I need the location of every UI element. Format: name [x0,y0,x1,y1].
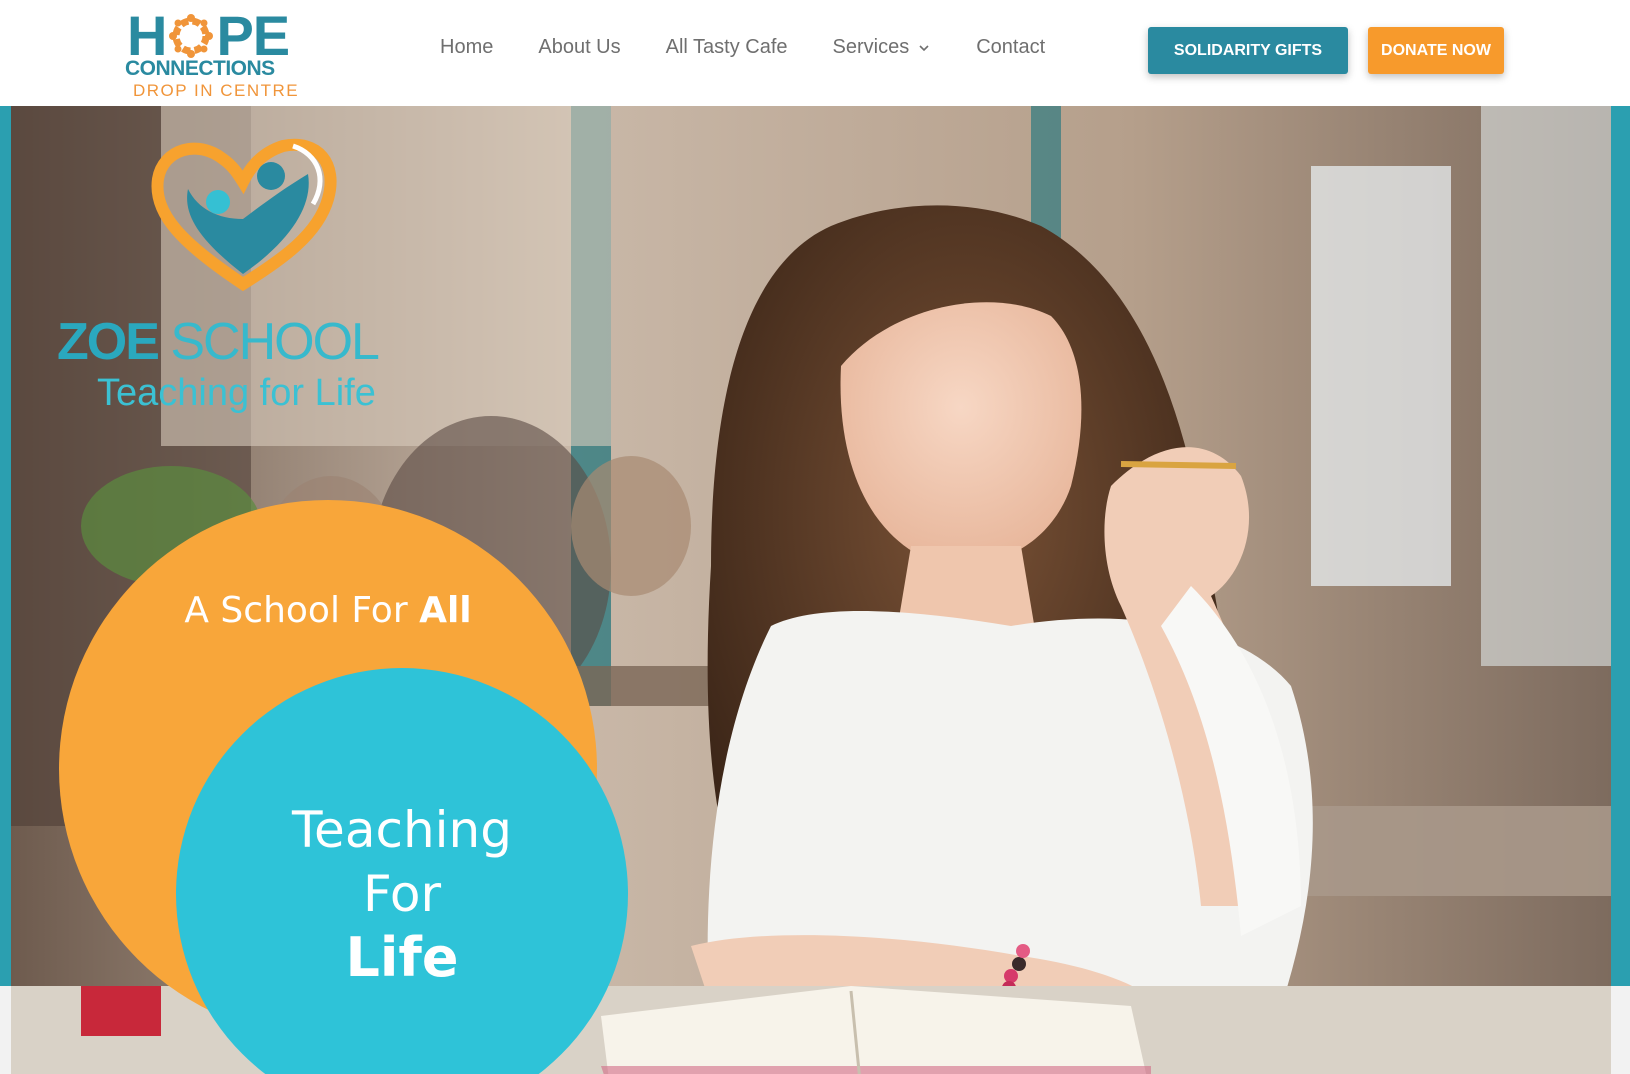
logo-letters-pe: PE [216,4,290,67]
teaching-for-life-text: Teaching For Life [176,798,628,990]
donate-now-button[interactable]: DONATE NOW [1368,27,1504,74]
hero-left-edge [0,106,11,986]
nav-home[interactable]: Home [440,36,493,59]
logo-word-hope: H PE [127,4,290,67]
nav-contact[interactable]: Contact [976,36,1045,59]
page-bg-right [1611,986,1630,1074]
nav-all-tasty-cafe[interactable]: All Tasty Cafe [666,36,788,59]
life-line: Life [345,926,459,989]
all-text: All [419,590,472,631]
nav-about-us[interactable]: About Us [538,36,620,59]
heart-people-icon [151,138,337,292]
zoe-school-subtitle: Teaching for Life [97,372,376,414]
zoe-title-bold: ZOE [57,313,160,371]
hero-right-edge [1611,106,1630,986]
logo-letter-h: H [127,4,167,67]
site-header: H PE CONNECTIONS DROP IN CENTRE Home Abo… [0,0,1630,106]
nav-contact-label: Contact [976,36,1046,58]
chevron-down-icon [919,44,929,51]
main-nav: Home About Us All Tasty Cafe Services Co… [440,36,1090,59]
page-bg-left [0,986,11,1074]
nav-services-label: Services [832,36,910,58]
teaching-line: Teaching [292,801,512,859]
for-line: For [362,865,442,923]
nav-about-label: About Us [538,36,621,58]
people-circle-icon [169,14,214,58]
nav-services[interactable]: Services [833,36,932,59]
nav-home-label: Home [440,36,494,58]
hope-connections-logo[interactable]: H PE CONNECTIONS DROP IN CENTRE [125,6,305,102]
zoe-school-title: ZOE SCHOOL [57,313,380,371]
solidarity-gifts-button[interactable]: SOLIDARITY GIFTS [1148,27,1348,74]
school-for-all-text: A School For All [59,590,597,631]
nav-cafe-label: All Tasty Cafe [665,36,788,58]
logo-line3: DROP IN CENTRE [133,81,300,100]
hero-banner: ZOE SCHOOL Teaching for Life A School Fo… [11,106,1611,1074]
zoe-title-light: SCHOOL [170,313,380,371]
logo-line2: CONNECTIONS [125,57,275,80]
school-for-text: A School For [184,590,420,631]
zoe-school-logo: ZOE SCHOOL Teaching for Life [57,134,447,414]
